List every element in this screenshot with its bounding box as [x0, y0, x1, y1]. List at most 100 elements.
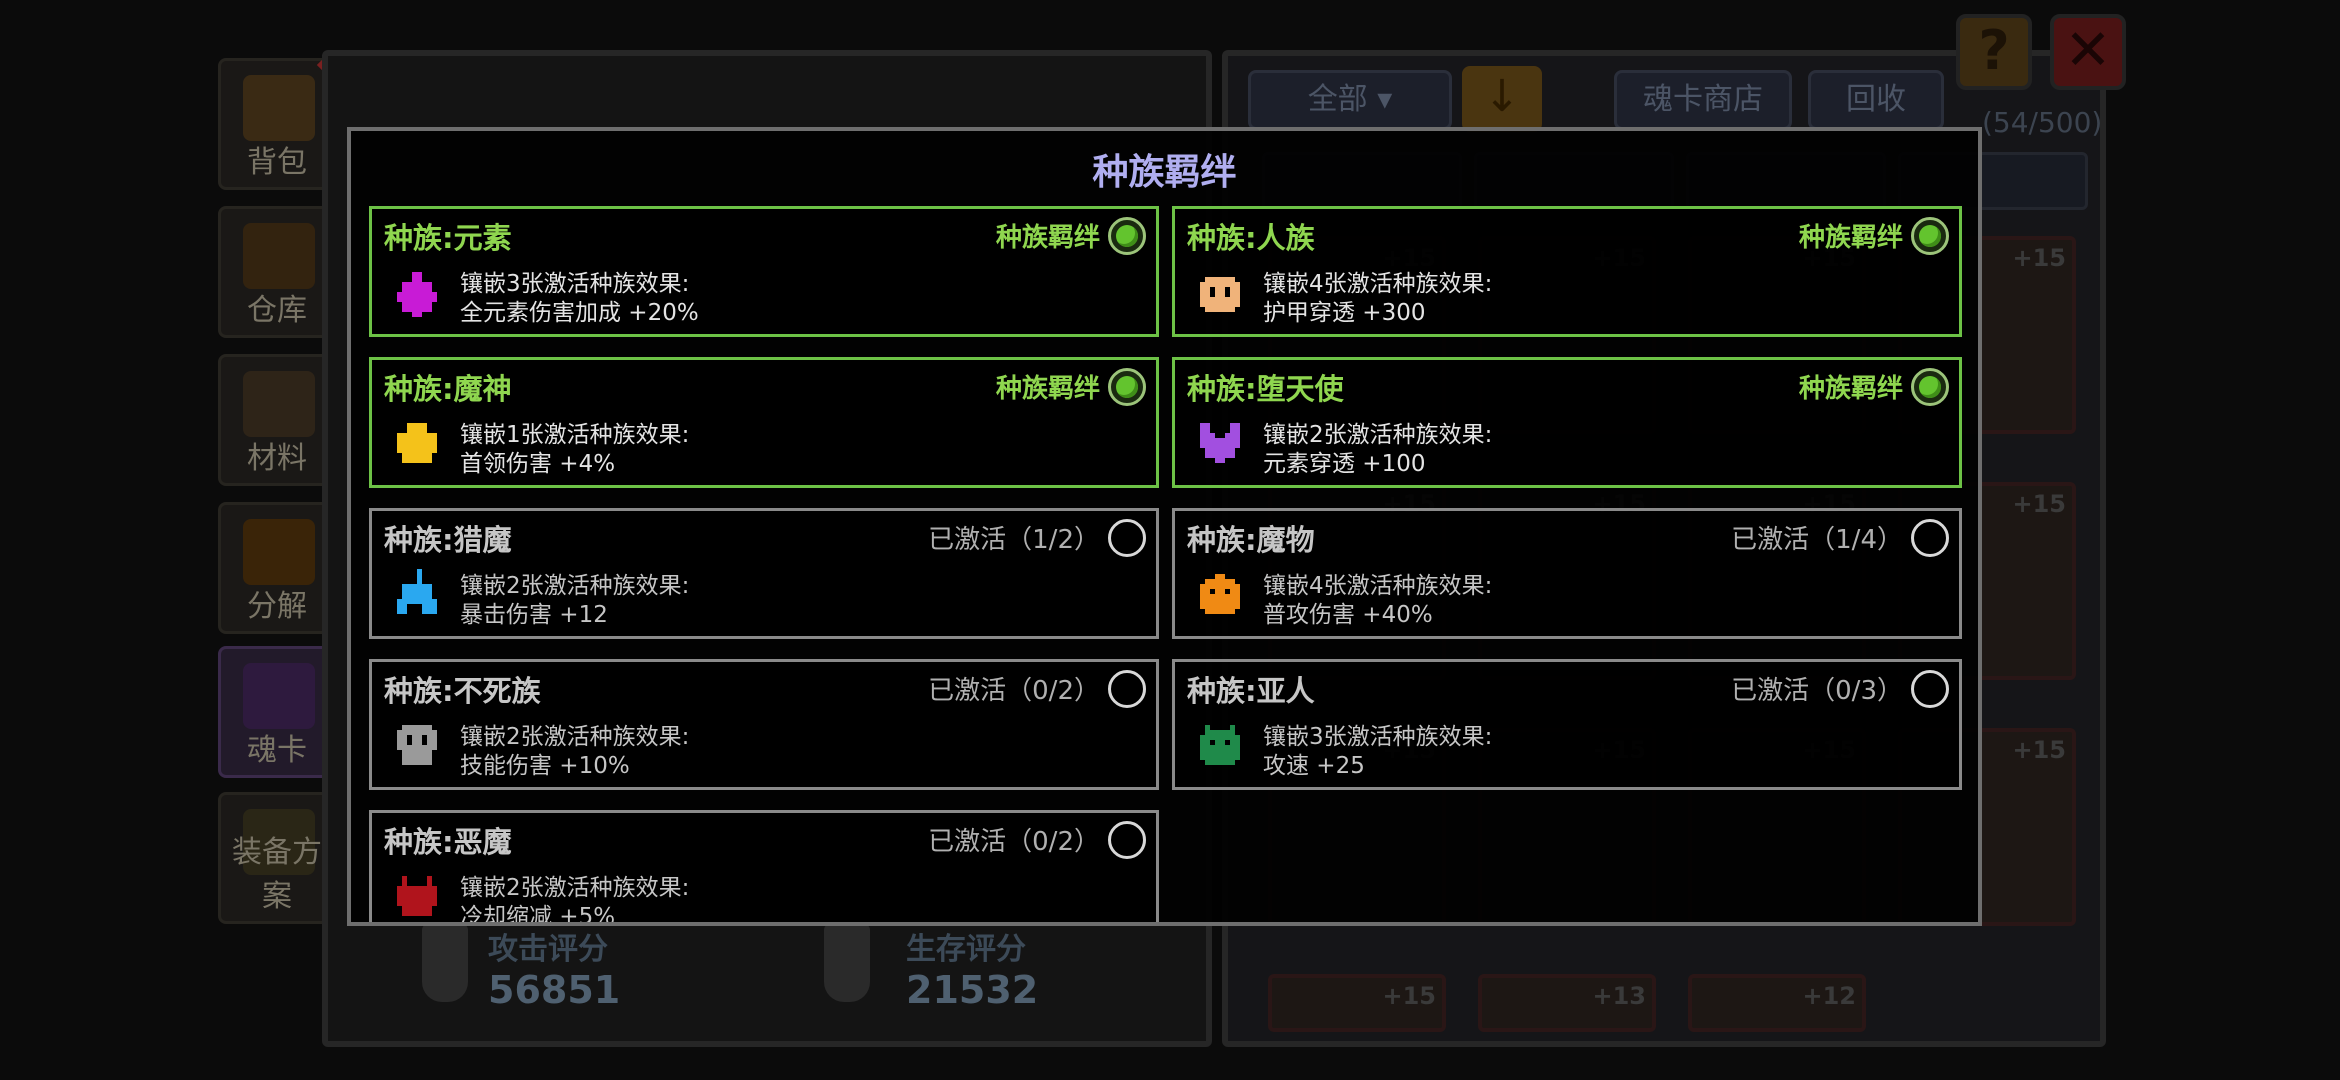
bond-card[interactable]: 种族:恶魔 已激活（0/2） 镶嵌2张激活种族效果: 冷却缩减 +5%: [369, 810, 1159, 926]
material-icon: [243, 371, 315, 437]
element-gear-icon: [397, 272, 437, 317]
bond-status-indicator: [1911, 217, 1949, 255]
bond-name: 种族:堕天使: [1187, 372, 1344, 406]
bond-status: 种族羁绊: [1798, 223, 1903, 253]
sidebar-tab-warehouse[interactable]: 仓库: [218, 206, 336, 338]
demihuman-face-icon-shape: [1200, 725, 1240, 765]
element-gear-icon-shape: [397, 272, 437, 317]
card-level: +15: [2012, 736, 2066, 764]
survival-score-value: 21532: [906, 968, 1039, 1012]
bond-status-indicator: [1108, 217, 1146, 255]
bond-status: 种族羁绊: [995, 374, 1100, 404]
demon-god-icon-shape: [397, 423, 437, 463]
bond-card[interactable]: 种族:堕天使 种族羁绊 镶嵌2张激活种族效果: 元素穿透 +100: [1172, 357, 1962, 488]
demihuman-face-icon: [1200, 725, 1240, 765]
demon-hunter-icon-shape: [397, 569, 437, 614]
bond-status-indicator: [1108, 368, 1146, 406]
soul-card-icon: [243, 663, 315, 729]
bond-card[interactable]: 种族:元素 种族羁绊 镶嵌3张激活种族效果: 全元素伤害加成 +20%: [369, 206, 1159, 337]
bond-card[interactable]: 种族:亚人 已激活（0/3） 镶嵌3张激活种族效果: 攻速 +25: [1172, 659, 1962, 790]
close-button[interactable]: ✕: [2050, 14, 2126, 90]
backpack-icon: [243, 75, 315, 141]
fallen-angel-icon-shape: [1200, 423, 1240, 463]
bond-status-indicator: [1108, 519, 1146, 557]
shop-button-label: 魂卡商店: [1643, 82, 1763, 117]
bond-name: 种族:亚人: [1187, 674, 1315, 708]
bond-name: 种族:元素: [384, 221, 512, 255]
bond-card[interactable]: 种族:人族 种族羁绊 镶嵌4张激活种族效果: 护甲穿透 +300: [1172, 206, 1962, 337]
bond-status: 已激活（1/2）: [928, 525, 1100, 555]
close-icon: ✕: [2064, 18, 2112, 83]
bond-name: 种族:魔物: [1187, 523, 1315, 557]
bond-status: 种族羁绊: [1798, 374, 1903, 404]
monster-pumpkin-icon: [1200, 574, 1240, 614]
sidebar-tab-label: 背包: [247, 145, 307, 180]
bond-status: 已激活（1/4）: [1731, 525, 1903, 555]
sidebar-tab-soul-card[interactable]: 魂卡: [218, 646, 336, 778]
card-count: (54/500): [1982, 106, 2103, 139]
bond-name: 种族:猎魔: [384, 523, 512, 557]
bond-status-indicator: [1108, 670, 1146, 708]
fallen-angel-icon: [1200, 423, 1240, 463]
sidebar-tab-label: 魂卡: [247, 733, 307, 768]
sidebar-tab-label: 仓库: [247, 293, 307, 328]
devil-icon: [397, 876, 437, 916]
bond-effect: 普攻伤害 +40%: [1263, 602, 1433, 628]
bond-status-indicator: [1108, 821, 1146, 859]
sort-button[interactable]: ↓: [1462, 66, 1542, 132]
sidebar-tab-material[interactable]: 材料: [218, 354, 336, 486]
bond-effect: 攻速 +25: [1263, 753, 1365, 779]
bond-card[interactable]: 种族:魔神 种族羁绊 镶嵌1张激活种族效果: 首领伤害 +4%: [369, 357, 1159, 488]
recycle-button[interactable]: 回收: [1808, 70, 1944, 130]
decompose-icon: [243, 519, 315, 585]
bond-status-indicator: [1911, 519, 1949, 557]
filter-all-dropdown[interactable]: 全部 ▾: [1248, 70, 1452, 130]
soul-card-shop-button[interactable]: 魂卡商店: [1614, 70, 1792, 130]
bond-effect: 冷却缩减 +5%: [460, 904, 616, 926]
monster-pumpkin-icon-shape: [1200, 574, 1240, 614]
bond-status-indicator: [1911, 368, 1949, 406]
soul-card[interactable]: +15: [1268, 974, 1446, 1032]
bond-effect: 首领伤害 +4%: [460, 451, 616, 477]
bond-status: 种族羁绊: [995, 223, 1100, 253]
bond-status: 已激活（0/2）: [928, 827, 1100, 857]
bond-effect: 护甲穿透 +300: [1263, 300, 1426, 326]
bond-status: 已激活（0/2）: [928, 676, 1100, 706]
bond-effect: 全元素伤害加成 +20%: [460, 300, 699, 326]
skull-icon-shape: [397, 725, 437, 765]
bond-name: 种族:人族: [1187, 221, 1315, 255]
bond-card[interactable]: 种族:魔物 已激活（1/4） 镶嵌4张激活种族效果: 普攻伤害 +40%: [1172, 508, 1962, 639]
human-face-icon: [1200, 277, 1240, 312]
race-bond-modal: 种族羁绊 种族:元素 种族羁绊 镶嵌3张激活种族效果: 全元素伤害加成 +20%…: [347, 127, 1982, 926]
sidebar-tab-backpack[interactable]: 背包: [218, 50, 346, 190]
soul-card[interactable]: +12: [1688, 974, 1866, 1032]
bond-name: 种族:恶魔: [384, 825, 512, 859]
bond-list[interactable]: 种族:元素 种族羁绊 镶嵌3张激活种族效果: 全元素伤害加成 +20% 种族:人…: [351, 131, 1978, 922]
card-level: +12: [1802, 982, 1856, 1010]
attack-score-value: 56851: [488, 968, 621, 1012]
help-button[interactable]: ?: [1956, 14, 2032, 90]
bond-card[interactable]: 种族:不死族 已激活（0/2） 镶嵌2张激活种族效果: 技能伤害 +10%: [369, 659, 1159, 790]
sidebar-tab-decompose[interactable]: 分解: [218, 502, 336, 634]
sword-icon: [422, 924, 468, 1002]
bond-name: 种族:不死族: [384, 674, 541, 708]
question-icon: ?: [1978, 19, 2010, 82]
card-level: +13: [1592, 982, 1646, 1010]
devil-icon-shape: [397, 876, 437, 916]
skull-icon: [397, 725, 437, 765]
attack-score-label: 攻击评分: [488, 932, 608, 967]
card-level: +15: [2012, 244, 2066, 272]
bond-card[interactable]: 种族:猎魔 已激活（1/2） 镶嵌2张激活种族效果: 暴击伤害 +12: [369, 508, 1159, 639]
bond-name: 种族:魔神: [384, 372, 512, 406]
sidebar-tab-label: 装备方案: [232, 835, 322, 914]
soul-card[interactable]: +13: [1478, 974, 1656, 1032]
bond-effect: 技能伤害 +10%: [460, 753, 630, 779]
sidebar-tab-equipment-plan[interactable]: 装备方案: [218, 792, 336, 924]
recycle-button-label: 回收: [1846, 82, 1906, 117]
arrow-down-icon: ↓: [1483, 71, 1521, 122]
filter-all-label: 全部: [1307, 82, 1368, 117]
bond-effect: 暴击伤害 +12: [460, 602, 608, 628]
demon-hunter-icon: [397, 569, 437, 614]
survival-score-label: 生存评分: [906, 932, 1026, 967]
warehouse-icon: [243, 223, 315, 289]
